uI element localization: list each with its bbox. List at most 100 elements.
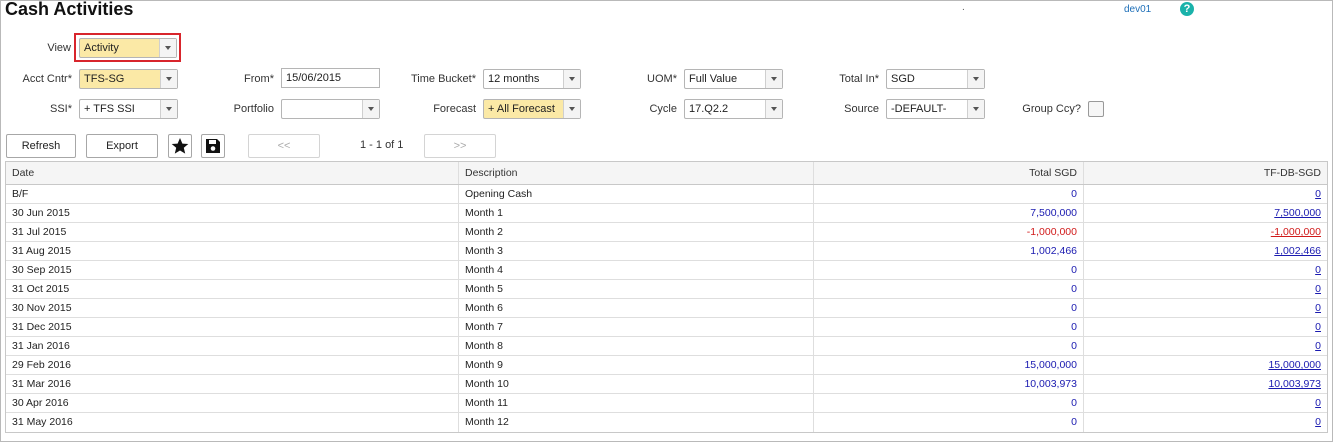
description-cell: Month 5 xyxy=(459,280,814,298)
column-header-total[interactable]: Total SGD xyxy=(814,162,1084,184)
next-page-button[interactable]: >> xyxy=(424,134,496,158)
cycle-select[interactable]: 17.Q2.2 xyxy=(684,99,783,119)
cycle-label: Cycle xyxy=(649,103,677,115)
tf-db-sgd-cell: 7,500,000 xyxy=(1084,204,1327,222)
portfolio-select[interactable] xyxy=(281,99,380,119)
floppy-disk-icon xyxy=(206,139,220,153)
date-cell: B/F xyxy=(6,185,459,203)
help-icon[interactable]: ? xyxy=(1180,2,1194,16)
chevron-down-icon[interactable] xyxy=(160,100,177,118)
tf-db-sgd-link[interactable]: 10,003,973 xyxy=(1268,378,1321,390)
tf-db-sgd-link[interactable]: 0 xyxy=(1315,416,1321,428)
tf-db-sgd-cell: -1,000,000 xyxy=(1084,223,1327,241)
description-cell: Month 2 xyxy=(459,223,814,241)
group-ccy-label: Group Ccy? xyxy=(1022,103,1081,115)
total-sgd-cell: 1,002,466 xyxy=(814,242,1084,260)
tf-db-sgd-cell: 0 xyxy=(1084,261,1327,279)
chevron-down-icon[interactable] xyxy=(765,100,782,118)
chevron-down-icon[interactable] xyxy=(563,100,580,118)
description-cell: Month 8 xyxy=(459,337,814,355)
tf-db-sgd-cell: 0 xyxy=(1084,280,1327,298)
view-select[interactable]: Activity xyxy=(79,38,177,58)
time-bucket-value: 12 months xyxy=(488,73,540,85)
header-dot: . xyxy=(962,2,965,13)
description-cell: Month 12 xyxy=(459,413,814,432)
table-row: B/F Opening Cash 0 0 xyxy=(6,185,1327,204)
column-header-date[interactable]: Date xyxy=(6,162,459,184)
date-cell: 31 Aug 2015 xyxy=(6,242,459,260)
tf-db-sgd-link[interactable]: 0 xyxy=(1315,340,1321,352)
forecast-select[interactable]: + All Forecast xyxy=(483,99,581,119)
column-header-tfdb[interactable]: TF-DB-SGD xyxy=(1084,162,1327,184)
date-cell: 30 Nov 2015 xyxy=(6,299,459,317)
source-select[interactable]: -DEFAULT- xyxy=(886,99,985,119)
total-sgd-cell: 0 xyxy=(814,280,1084,298)
prev-page-button[interactable]: << xyxy=(248,134,320,158)
table-row: 30 Jun 2015 Month 1 7,500,000 7,500,000 xyxy=(6,204,1327,223)
from-date-input[interactable]: 15/06/2015 xyxy=(281,68,380,88)
ssi-label: SSI* xyxy=(49,103,72,115)
total-in-select[interactable]: SGD xyxy=(886,69,985,89)
star-icon xyxy=(171,138,189,154)
total-sgd-cell: 0 xyxy=(814,185,1084,203)
chevron-down-icon[interactable] xyxy=(563,70,580,88)
description-cell: Month 4 xyxy=(459,261,814,279)
cycle-value: 17.Q2.2 xyxy=(689,103,729,115)
uom-value: Full Value xyxy=(689,73,738,85)
user-name[interactable]: dev01 xyxy=(1124,4,1151,15)
total-sgd-cell: -1,000,000 xyxy=(814,223,1084,241)
export-button[interactable]: Export xyxy=(86,134,158,158)
chevron-down-icon[interactable] xyxy=(765,70,782,88)
tf-db-sgd-cell: 0 xyxy=(1084,394,1327,412)
table-row: 31 Jul 2015 Month 2 -1,000,000 -1,000,000 xyxy=(6,223,1327,242)
total-sgd-cell: 10,003,973 xyxy=(814,375,1084,393)
chevron-down-icon[interactable] xyxy=(159,39,176,57)
total-sgd-cell: 0 xyxy=(814,394,1084,412)
date-cell: 30 Apr 2016 xyxy=(6,394,459,412)
tf-db-sgd-link[interactable]: 0 xyxy=(1315,321,1321,333)
column-header-description[interactable]: Description xyxy=(459,162,814,184)
table-row: 31 May 2016 Month 12 0 0 xyxy=(6,413,1327,432)
tf-db-sgd-link[interactable]: 0 xyxy=(1315,283,1321,295)
total-sgd-cell: 0 xyxy=(814,337,1084,355)
table-row: 29 Feb 2016 Month 9 15,000,000 15,000,000 xyxy=(6,356,1327,375)
tf-db-sgd-cell: 10,003,973 xyxy=(1084,375,1327,393)
chevron-down-icon[interactable] xyxy=(967,70,984,88)
tf-db-sgd-link[interactable]: 0 xyxy=(1315,397,1321,409)
description-cell: Month 11 xyxy=(459,394,814,412)
tf-db-sgd-link[interactable]: 0 xyxy=(1315,188,1321,200)
total-sgd-cell: 15,000,000 xyxy=(814,356,1084,374)
save-button[interactable] xyxy=(201,134,225,158)
description-cell: Month 9 xyxy=(459,356,814,374)
tf-db-sgd-link[interactable]: 7,500,000 xyxy=(1274,207,1321,219)
forecast-value: + All Forecast xyxy=(488,103,555,115)
tf-db-sgd-link[interactable]: 0 xyxy=(1315,302,1321,314)
tf-db-sgd-link[interactable]: -1,000,000 xyxy=(1271,226,1321,238)
table-header: Date Description Total SGD TF-DB-SGD xyxy=(6,162,1327,185)
table-row: 30 Sep 2015 Month 400 xyxy=(6,261,1327,280)
table-body: B/F Opening Cash 0 0 30 Jun 2015 Month 1 7,500… xyxy=(6,185,1327,432)
tf-db-sgd-link[interactable]: 15,000,000 xyxy=(1268,359,1321,371)
cash-activities-table: Date Description Total SGD TF-DB-SGD B/F… xyxy=(5,161,1328,433)
tf-db-sgd-link[interactable]: 1,002,466 xyxy=(1274,245,1321,257)
view-value: Activity xyxy=(84,42,119,54)
uom-select[interactable]: Full Value xyxy=(684,69,783,89)
total-in-label: Total In* xyxy=(839,73,879,85)
date-cell: 31 Dec 2015 xyxy=(6,318,459,336)
tf-db-sgd-link[interactable]: 0 xyxy=(1315,264,1321,276)
description-cell: Month 1 xyxy=(459,204,814,222)
ssi-select[interactable]: + TFS SSI xyxy=(79,99,178,119)
chevron-down-icon[interactable] xyxy=(967,100,984,118)
tf-db-sgd-cell: 1,002,466 xyxy=(1084,242,1327,260)
chevron-down-icon[interactable] xyxy=(160,70,177,88)
group-ccy-checkbox[interactable] xyxy=(1088,101,1104,117)
time-bucket-select[interactable]: 12 months xyxy=(483,69,581,89)
acct-cntr-select[interactable]: TFS-SG xyxy=(79,69,178,89)
table-row: 31 Dec 2015 Month 700 xyxy=(6,318,1327,337)
tf-db-sgd-cell: 0 xyxy=(1084,337,1327,355)
refresh-button[interactable]: Refresh xyxy=(6,134,76,158)
description-cell: Month 10 xyxy=(459,375,814,393)
chevron-down-icon[interactable] xyxy=(362,100,379,118)
favorite-button[interactable] xyxy=(168,134,192,158)
total-sgd-cell: 0 xyxy=(814,413,1084,432)
